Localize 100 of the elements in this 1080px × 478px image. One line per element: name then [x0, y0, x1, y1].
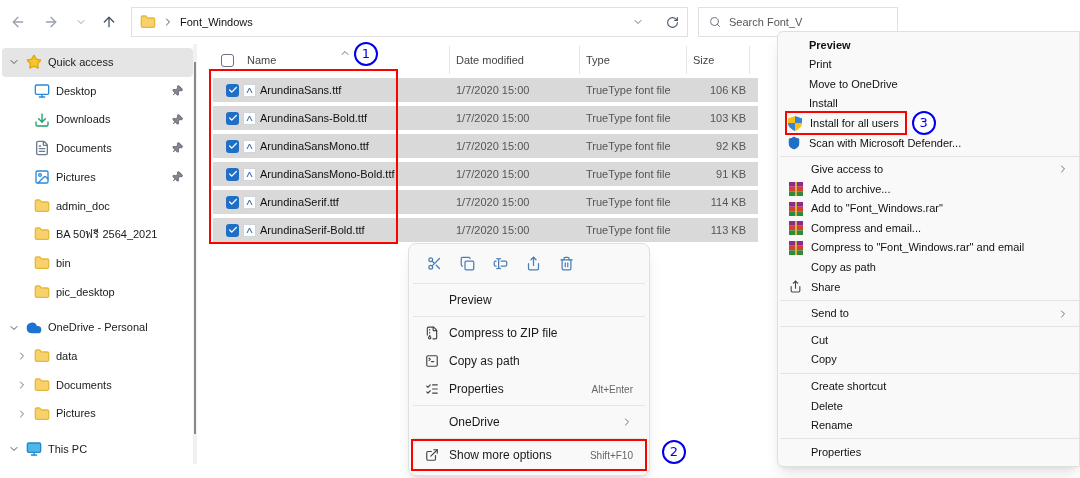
menu-item[interactable]: Add to archive...: [780, 179, 1079, 199]
column-header[interactable]: Date modified: [450, 46, 580, 74]
copy-icon[interactable]: [460, 256, 475, 271]
checkbox[interactable]: [226, 111, 239, 125]
file-name: ArundinaSans-Bold.ttf: [259, 110, 368, 126]
archive-icon: [789, 201, 803, 216]
back-icon[interactable]: [10, 14, 26, 30]
nav-section[interactable]: OneDrive - Personal: [2, 313, 193, 342]
menu-item[interactable]: Delete: [780, 396, 1079, 416]
folder-icon: [34, 226, 50, 243]
menu-item[interactable]: Properties Alt+Enter: [413, 375, 645, 403]
column-header[interactable]: Type: [580, 46, 687, 74]
nav-item[interactable]: BA 50ฟรี 2564_2021: [2, 220, 193, 249]
checkbox[interactable]: [220, 53, 234, 67]
nav-label: Quick access: [48, 55, 114, 71]
nav-item[interactable]: pic_desktop: [2, 277, 193, 307]
checkbox[interactable]: [226, 83, 239, 97]
file-row[interactable]: ArundinaSansMono.ttf 1/7/2020 15:00 TrueType font file 92 KB: [213, 134, 758, 158]
column-header[interactable]: Size: [687, 46, 750, 74]
file-type: TrueType font file: [585, 222, 672, 238]
share-icon[interactable]: [526, 256, 541, 271]
nav-item[interactable]: admin_doc: [2, 191, 193, 221]
menu-item[interactable]: Copy: [780, 349, 1079, 370]
delete-icon[interactable]: [559, 256, 574, 271]
menu-item[interactable]: Compress and email...: [780, 218, 1079, 238]
menu-item[interactable]: Print: [778, 54, 1079, 75]
folder-icon: [34, 405, 50, 422]
check-icon: [227, 85, 238, 95]
shortcut-label: Alt+Enter: [591, 382, 633, 397]
step-number: 3: [911, 111, 936, 136]
file-size: 91 KB: [715, 166, 747, 182]
menu-item[interactable]: Cut: [780, 330, 1079, 350]
nav-section[interactable]: This PC: [2, 434, 193, 464]
file-row[interactable]: ArundinaSans.ttf 1/7/2020 15:00 TrueType font file 106 KB: [213, 78, 758, 102]
font-file-icon: [243, 223, 256, 237]
file-type: TrueType font file: [585, 82, 672, 98]
folder-icon: [34, 283, 50, 300]
nav-item[interactable]: Desktop: [2, 76, 193, 106]
nav-item[interactable]: bin: [2, 248, 193, 278]
checkbox[interactable]: [226, 223, 239, 237]
menu-item[interactable]: Rename: [780, 415, 1079, 436]
scrollbar-thumb[interactable]: [194, 62, 196, 434]
breadcrumb-folder[interactable]: Font_Windows: [180, 13, 626, 31]
menu-item[interactable]: Install for all users 3: [778, 113, 1079, 133]
file-row[interactable]: ArundinaSansMono-Bold.ttf 1/7/2020 15:00 TrueType font file 91 KB: [213, 162, 758, 186]
file-row[interactable]: ArundinaSerif-Bold.ttf 1/7/2020 15:00 TrueType font file 113 KB: [213, 218, 758, 242]
file-date: 1/7/2020 15:00: [455, 166, 531, 182]
file-name: ArundinaSerif.ttf: [259, 194, 340, 210]
file-row[interactable]: ArundinaSans-Bold.ttf 1/7/2020 15:00 TrueType font file 103 KB: [213, 106, 758, 130]
shield-icon: [788, 115, 802, 131]
menu-item[interactable]: Send to: [780, 303, 1079, 324]
menu-item[interactable]: Share: [780, 277, 1079, 297]
nav-section[interactable]: Quick access: [2, 48, 193, 77]
folder-icon: [34, 348, 50, 365]
nav-label: OneDrive - Personal: [48, 320, 148, 336]
menu-label: Install for all users: [810, 115, 899, 131]
menu-item[interactable]: Preview: [778, 35, 1079, 55]
nav-item[interactable]: Documents: [2, 134, 193, 163]
menu-item[interactable]: OneDrive: [413, 408, 645, 436]
forward-icon[interactable]: [43, 14, 59, 30]
step-number: 2: [662, 440, 686, 464]
file-size: 92 KB: [715, 138, 747, 154]
menu-item[interactable]: Compress to "Font_Windows.rar" and email: [780, 237, 1079, 258]
rename-icon[interactable]: [493, 256, 508, 271]
checkbox[interactable]: [226, 167, 239, 181]
menu-item[interactable]: Copy as path: [780, 257, 1079, 278]
checkbox[interactable]: [226, 139, 239, 153]
file-row[interactable]: ArundinaSerif.ttf 1/7/2020 15:00 TrueType font file 114 KB: [213, 190, 758, 214]
menu-item[interactable]: Copy as path: [413, 347, 645, 375]
check-icon: [227, 113, 238, 123]
star-icon: [26, 54, 42, 71]
menu-item[interactable]: Compress to ZIP file: [413, 319, 645, 347]
nav-item[interactable]: Downloads: [2, 105, 193, 135]
nav-item[interactable]: data: [2, 341, 193, 371]
file-name: ArundinaSansMono.ttf: [259, 138, 370, 154]
file-name: ArundinaSerif-Bold.ttf: [259, 222, 366, 238]
menu-item[interactable]: Properties: [780, 442, 1079, 462]
menu-item[interactable]: Create shortcut: [780, 376, 1079, 397]
cut-icon[interactable]: [427, 256, 442, 271]
file-size: 103 KB: [708, 110, 747, 126]
check-icon: [227, 169, 238, 179]
checkbox[interactable]: [226, 195, 239, 209]
file-date: 1/7/2020 15:00: [455, 222, 531, 238]
share-icon: [789, 280, 802, 294]
menu-item[interactable]: Preview: [413, 286, 645, 314]
nav-item[interactable]: Pictures: [2, 399, 193, 428]
nav-item[interactable]: Pictures: [2, 162, 193, 192]
menu-item[interactable]: Show more options Shift+F10: [413, 441, 645, 469]
refresh-icon[interactable]: [666, 15, 679, 29]
menu-item[interactable]: Move to OneDrive: [778, 74, 1079, 94]
menu-item[interactable]: Add to "Font_Windows.rar": [780, 198, 1079, 219]
up-icon[interactable]: [101, 14, 117, 30]
path-icon: [425, 354, 439, 368]
menu-item[interactable]: Give access to: [780, 159, 1079, 180]
nav-item[interactable]: Documents: [2, 370, 193, 400]
file-type: TrueType font file: [585, 110, 672, 126]
address-bar[interactable]: Font_Windows: [131, 7, 688, 37]
zip-icon: [425, 326, 439, 340]
shield-icon: [787, 135, 801, 150]
menu-item[interactable]: Install: [778, 93, 1079, 114]
